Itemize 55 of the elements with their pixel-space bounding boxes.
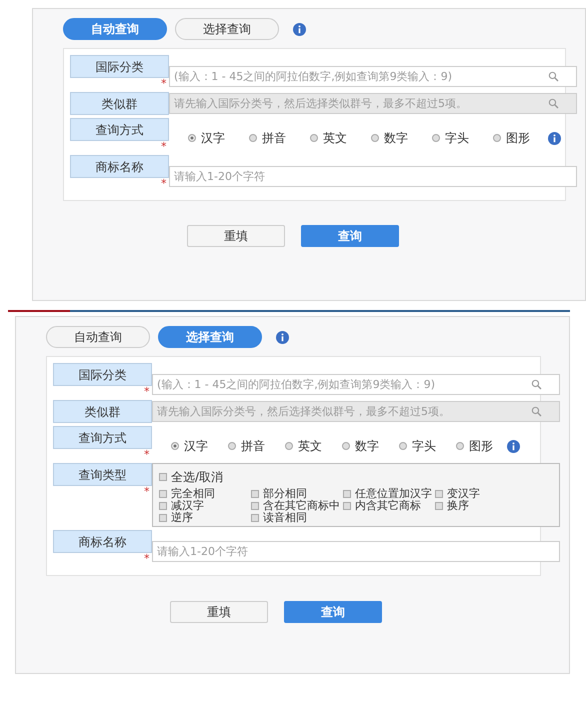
- radio-option[interactable]: 英文: [310, 129, 347, 147]
- radio-option[interactable]: 图形: [493, 129, 530, 147]
- checkbox-option[interactable]: 逆序: [159, 512, 251, 524]
- required-mark: *: [144, 485, 150, 498]
- tab[interactable]: 选择查询: [158, 326, 262, 348]
- field-label: 商标名称: [53, 530, 152, 553]
- checkbox-option[interactable]: 含在其它商标中: [251, 500, 343, 512]
- required-mark: *: [144, 448, 150, 461]
- radio-option[interactable]: 拼音: [228, 437, 265, 455]
- radio-option[interactable]: 数字: [371, 129, 408, 147]
- info-icon: [507, 440, 520, 452]
- input-field[interactable]: (输入：1 - 45之间的阿拉伯数字,例如查询第9类输入：9): [152, 374, 560, 395]
- tab[interactable]: 自动查询: [46, 326, 150, 348]
- field-label: 国际分类: [70, 55, 169, 78]
- checkbox-option[interactable]: 部分相同: [251, 488, 343, 500]
- field-label: 国际分类: [53, 363, 152, 386]
- tab[interactable]: 选择查询: [175, 18, 279, 40]
- checkbox-option[interactable]: 内含其它商标: [343, 500, 435, 512]
- info-icon: [293, 22, 306, 36]
- input-field[interactable]: 请输入1-20个字符: [169, 166, 577, 187]
- required-mark: *: [161, 140, 166, 153]
- input-field[interactable]: 请输入1-20个字符: [152, 541, 560, 562]
- field-label: 查询方式: [70, 118, 169, 141]
- button[interactable]: 重填: [187, 225, 285, 247]
- checkbox-option[interactable]: 换序: [435, 500, 527, 512]
- info-icon: [276, 330, 289, 344]
- radio-option[interactable]: 汉字: [188, 129, 225, 147]
- checkbox-option[interactable]: 减汉字: [159, 500, 251, 512]
- radio-option[interactable]: 英文: [285, 437, 322, 455]
- checkbox-option[interactable]: 全选/取消: [159, 468, 553, 486]
- radio-option[interactable]: 数字: [342, 437, 379, 455]
- checkbox-option[interactable]: 任意位置加汉字: [343, 488, 435, 500]
- field-label: 类似群: [70, 92, 169, 115]
- tab[interactable]: 自动查询: [63, 18, 167, 40]
- field-label: 类似群: [53, 400, 152, 423]
- input-field[interactable]: (输入：1 - 45之间的阿拉伯数字,例如查询第9类输入：9): [169, 66, 577, 87]
- field-label: 商标名称: [70, 155, 169, 178]
- button[interactable]: 查询: [301, 225, 399, 247]
- radio-option[interactable]: 字头: [432, 129, 469, 147]
- checkbox-option[interactable]: 读音相同: [251, 512, 343, 524]
- checkbox-option[interactable]: 完全相同: [159, 488, 251, 500]
- required-mark: *: [144, 385, 150, 398]
- radio-option[interactable]: 图形: [456, 437, 493, 455]
- required-mark: *: [144, 552, 150, 565]
- button[interactable]: 重填: [170, 601, 268, 623]
- required-mark: *: [161, 177, 166, 190]
- field-label: 查询类型: [53, 463, 152, 486]
- field-label: 查询方式: [53, 426, 152, 449]
- radio-option[interactable]: 字头: [399, 437, 436, 455]
- checkbox-option[interactable]: 变汉字: [435, 488, 527, 500]
- info-icon: [548, 132, 561, 144]
- radio-option[interactable]: 拼音: [249, 129, 286, 147]
- radio-option[interactable]: 汉字: [171, 437, 208, 455]
- button[interactable]: 查询: [284, 601, 382, 623]
- required-mark: *: [161, 77, 166, 90]
